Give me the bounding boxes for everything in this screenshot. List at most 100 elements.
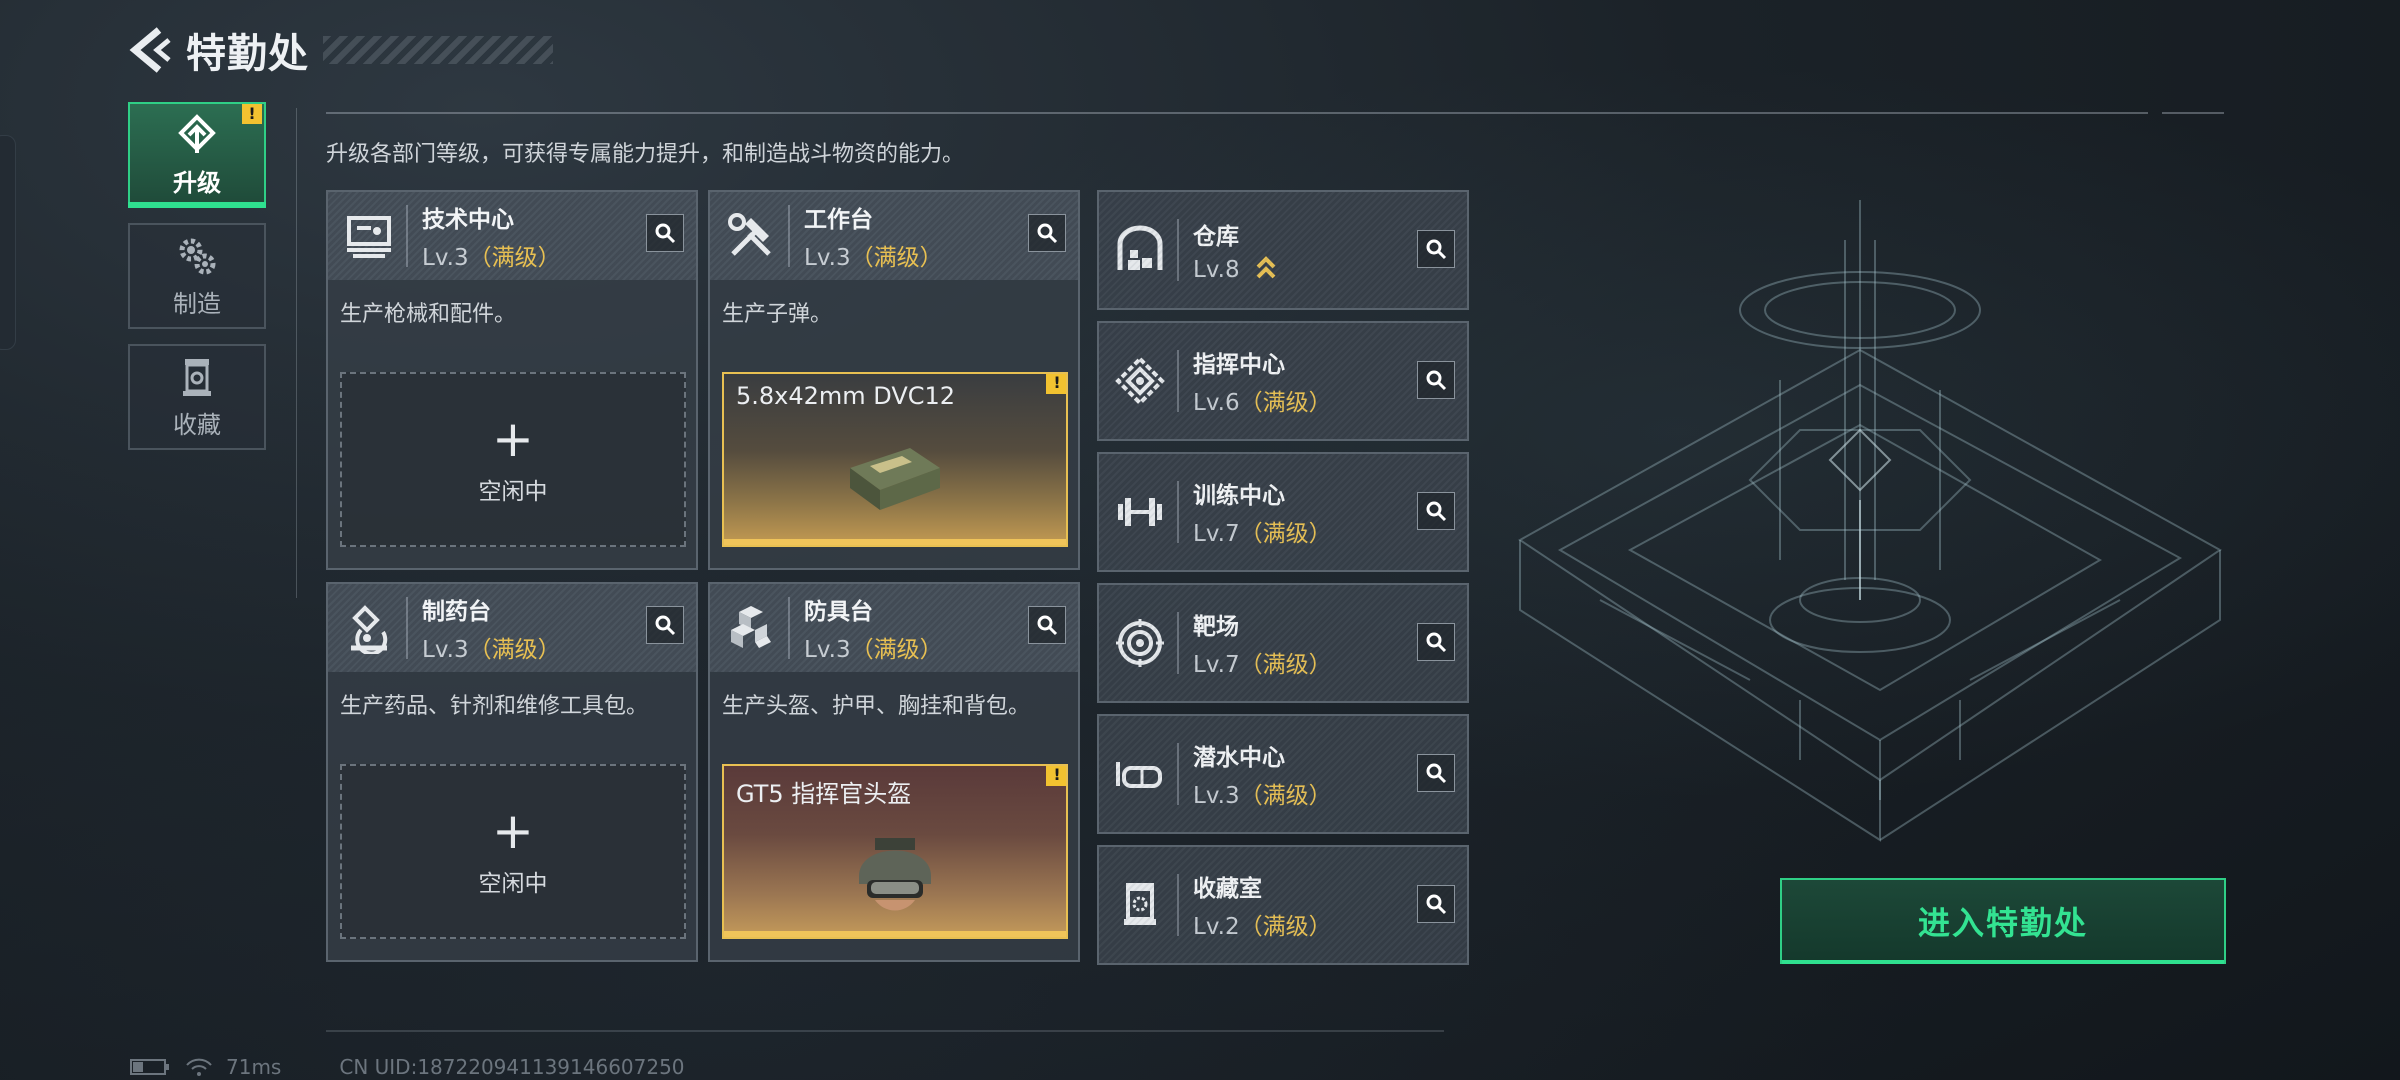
search-icon xyxy=(1037,615,1058,636)
target-icon xyxy=(1111,614,1169,672)
page-title: 特勤处 xyxy=(186,31,309,77)
max-level-tag: （满级） xyxy=(1239,914,1332,940)
dept-level: Lv.3（满级） xyxy=(804,245,943,271)
enter-special-ops-button[interactable]: 进入特勤处 xyxy=(1780,878,2226,964)
dept-name: 制药台 xyxy=(422,599,491,625)
dept-card-pharmacy[interactable]: 制药台 Lv.3（满级） 生产药品、针剂和维修工具包。 + 空闲中 xyxy=(326,582,698,962)
dept-card-warehouse[interactable]: 仓库 Lv.8 xyxy=(1097,190,1469,310)
alert-badge: ! xyxy=(242,104,262,124)
card-header: 制药台 Lv.3（满级） xyxy=(328,584,696,672)
upgrade-available-icon xyxy=(1256,256,1276,279)
edge-pull-tab[interactable] xyxy=(0,135,16,350)
card-separator xyxy=(1177,350,1179,412)
search-icon xyxy=(1426,632,1447,653)
dept-description: 生产药品、针剂和维修工具包。 xyxy=(340,694,649,719)
status-footer: 71ms CN UID:187220941139146607250 xyxy=(130,1055,685,1079)
inspect-button[interactable] xyxy=(1028,606,1066,644)
dept-level: Lv.2（满级） xyxy=(1193,914,1332,940)
alert-badge: ! xyxy=(1046,374,1066,394)
facility-wireframe-illustration xyxy=(1518,200,2222,842)
dept-name: 工作台 xyxy=(804,207,873,233)
search-icon xyxy=(1426,239,1447,260)
microscope-icon xyxy=(340,599,398,657)
inspect-button[interactable] xyxy=(1028,214,1066,252)
divider-top-end xyxy=(2162,112,2224,114)
helmet-icon xyxy=(859,838,931,911)
header-decoration xyxy=(323,36,553,64)
side-nav-label: 制造 xyxy=(173,289,221,318)
collection-icon xyxy=(175,355,219,399)
product-name: 5.8x42mm DVC12 xyxy=(736,382,956,410)
card-separator xyxy=(1177,219,1179,281)
production-slot-ammo[interactable]: 5.8x42mm DVC12 ! xyxy=(722,372,1068,547)
divider-top xyxy=(326,112,2148,114)
back-button[interactable] xyxy=(126,22,176,78)
diving-mask-icon xyxy=(1111,745,1169,803)
battery-icon xyxy=(130,1059,169,1075)
idle-production-slot[interactable]: + 空闲中 xyxy=(340,764,686,939)
dept-name: 技术中心 xyxy=(422,207,514,233)
dept-level: Lv.3（满级） xyxy=(1193,783,1332,809)
search-icon xyxy=(1426,894,1447,915)
inspect-button[interactable] xyxy=(1417,623,1455,661)
dept-card-collection-room[interactable]: 收藏室 Lv.2（满级） xyxy=(1097,845,1469,965)
dept-name: 收藏室 xyxy=(1193,876,1262,902)
idle-production-slot[interactable]: + 空闲中 xyxy=(340,372,686,547)
card-separator xyxy=(1177,743,1179,805)
plus-icon: + xyxy=(492,801,534,860)
inspect-button[interactable] xyxy=(1417,361,1455,399)
max-level-tag: （满级） xyxy=(1239,652,1332,678)
dept-level: Lv.8 xyxy=(1193,255,1277,283)
dept-description: 生产头盔、护甲、胸挂和背包。 xyxy=(722,694,1031,719)
dept-level: Lv.7（满级） xyxy=(1193,652,1332,678)
side-nav-craft[interactable]: 制造 xyxy=(128,223,266,329)
search-icon xyxy=(1426,370,1447,391)
side-nav: ! 升级 制造 收藏 xyxy=(128,102,266,465)
side-nav-collection[interactable]: 收藏 xyxy=(128,344,266,450)
dept-name: 潜水中心 xyxy=(1193,745,1285,771)
side-nav-label: 升级 xyxy=(173,168,221,197)
dept-level: Lv.3（满级） xyxy=(422,637,561,663)
back-arrow-icon xyxy=(129,27,171,73)
dept-name: 仓库 xyxy=(1193,224,1239,250)
inspect-button[interactable] xyxy=(646,214,684,252)
armor-boxes-icon xyxy=(722,599,780,657)
dept-level: Lv.3（满级） xyxy=(804,637,943,663)
search-icon xyxy=(655,615,676,636)
inspect-button[interactable] xyxy=(1417,492,1455,530)
inspect-button[interactable] xyxy=(1417,885,1455,923)
inspect-button[interactable] xyxy=(646,606,684,644)
command-center-icon xyxy=(1111,352,1169,410)
alert-badge: ! xyxy=(1046,766,1066,786)
dept-name: 靶场 xyxy=(1193,614,1239,640)
dept-card-tech-center[interactable]: 技术中心 Lv.3（满级） 生产枪械和配件。 + 空闲中 xyxy=(326,190,698,570)
idle-label: 空闲中 xyxy=(478,478,548,505)
inspect-button[interactable] xyxy=(1417,754,1455,792)
dept-level: Lv.6（满级） xyxy=(1193,390,1332,416)
dept-card-shooting-range[interactable]: 靶场 Lv.7（满级） xyxy=(1097,583,1469,703)
divider-vertical xyxy=(296,108,297,598)
inspect-button[interactable] xyxy=(1417,230,1455,268)
production-slot-helmet[interactable]: GT5 指挥官头盔 ! xyxy=(722,764,1068,939)
dept-card-training-center[interactable]: 训练中心 Lv.7（满级） xyxy=(1097,452,1469,572)
ammo-box-icon xyxy=(850,448,940,510)
tech-center-icon xyxy=(340,207,398,265)
card-separator xyxy=(1177,481,1179,543)
max-level-tag: （满级） xyxy=(1239,390,1332,416)
warehouse-icon xyxy=(1111,221,1169,279)
dept-card-armor[interactable]: 防具台 Lv.3（满级） 生产头盔、护甲、胸挂和背包。 GT5 指挥官头盔 ! xyxy=(708,582,1080,962)
dept-name: 指挥中心 xyxy=(1193,352,1285,378)
dept-card-workbench[interactable]: 工作台 Lv.3（满级） 生产子弹。 5.8x42mm DVC12 ! xyxy=(708,190,1080,570)
card-separator xyxy=(406,597,408,659)
page-description: 升级各部门等级，可获得专属能力提升，和制造战斗物资的能力。 xyxy=(326,142,965,167)
search-icon xyxy=(1037,223,1058,244)
max-level-tag: （满级） xyxy=(850,637,943,663)
dept-level: Lv.3（满级） xyxy=(422,245,561,271)
dept-description: 生产子弹。 xyxy=(722,302,833,327)
enter-button-label: 进入特勤处 xyxy=(1917,904,2088,942)
search-icon xyxy=(655,223,676,244)
dept-card-command-center[interactable]: 指挥中心 Lv.6（满级） xyxy=(1097,321,1469,441)
dept-card-diving-center[interactable]: 潜水中心 Lv.3（满级） xyxy=(1097,714,1469,834)
dept-level: Lv.7（满级） xyxy=(1193,521,1332,547)
side-nav-upgrade[interactable]: ! 升级 xyxy=(128,102,266,208)
